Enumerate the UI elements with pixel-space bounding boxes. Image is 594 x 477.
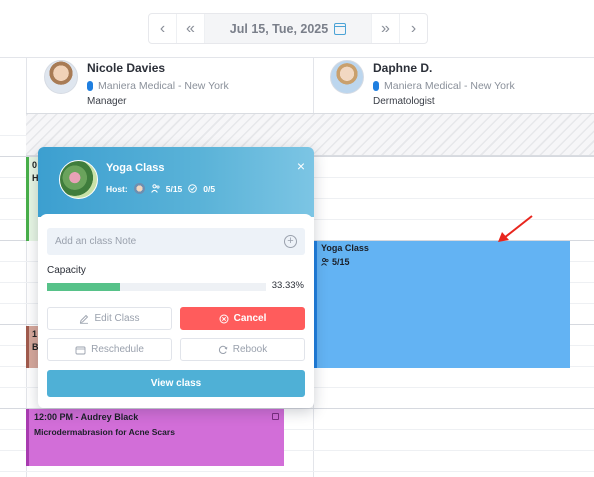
refresh-icon [218, 345, 228, 354]
header-divider [0, 57, 594, 58]
host-avatar [133, 183, 145, 194]
view-class-label: View class [150, 378, 202, 389]
provider-location-text: Maniera Medical - New York [384, 80, 515, 92]
event-menu-icon[interactable] [272, 413, 279, 420]
rebook-label: Rebook [232, 344, 268, 355]
edit-class-button[interactable]: Edit Class [47, 307, 172, 330]
host-label: Host: [106, 183, 128, 194]
event-count: 5/15 [332, 257, 350, 267]
capacity-percent: 33.33% [271, 280, 304, 291]
avatar [330, 60, 364, 94]
add-note-icon[interactable]: + [284, 235, 297, 248]
class-details-popup: Yoga Class Host: 5/15 0/5 × Add an class… [38, 147, 314, 408]
people-icon [321, 258, 329, 266]
provider-name: Nicole Davies [87, 61, 166, 75]
event-title: Yoga Class [321, 243, 369, 253]
calendar-icon [334, 22, 347, 35]
popup-title: Yoga Class [106, 162, 165, 174]
view-class-button[interactable]: View class [47, 370, 305, 397]
provider-header-nicole[interactable]: Nicole Davies Maniera Medical - New York… [44, 60, 229, 107]
next-day-button[interactable]: › [399, 14, 427, 43]
cancel-button[interactable]: Cancel [180, 307, 305, 330]
location-pin-icon [87, 81, 93, 91]
provider-role: Dermatologist [373, 96, 435, 107]
current-date: Jul 15, Tue, 2025 [229, 21, 329, 36]
reschedule-label: Reschedule [91, 344, 144, 355]
people-icon [150, 184, 160, 193]
location-pin-icon [373, 81, 379, 91]
provider-name: Daphne D. [373, 61, 433, 75]
date-picker[interactable]: Jul 15, Tue, 2025 [205, 14, 371, 43]
next-week-button[interactable]: » [371, 14, 399, 43]
calendar-icon [75, 346, 86, 354]
pencil-icon [80, 314, 89, 324]
provider-header-daphne[interactable]: Daphne D. Maniera Medical - New York Der… [330, 60, 515, 107]
edit-class-label: Edit Class [94, 313, 140, 324]
capacity-label: Capacity [47, 265, 86, 276]
rebook-button[interactable]: Rebook [180, 338, 305, 361]
avatar [44, 60, 78, 94]
calendar-view: ‹ « Jul 15, Tue, 2025 » › Nicole Davies … [0, 0, 594, 477]
prev-week-button[interactable]: « [177, 14, 205, 43]
provider-location: Maniera Medical - New York [373, 80, 515, 92]
popup-body: Add an class Note + Capacity 33.33% Edit… [39, 214, 313, 408]
date-navigator: ‹ « Jul 15, Tue, 2025 » › [148, 13, 428, 44]
capacity-bar [47, 283, 266, 291]
provider-role: Manager [87, 96, 127, 107]
event-subtitle: Microdermabrasion for Acne Scars [34, 427, 175, 437]
audrey-black-event[interactable]: 12:00 PM - Audrey Black Microdermabrasio… [26, 409, 284, 466]
capacity-bar-fill [47, 283, 120, 291]
chevron-left-icon: ‹ [159, 19, 166, 37]
reschedule-button[interactable]: Reschedule [47, 338, 172, 361]
chevron-right-icon: › [410, 19, 417, 37]
checked-in-count: 0/5 [203, 183, 216, 194]
cancel-label: Cancel [233, 313, 267, 324]
event-attendees: 5/15 [321, 257, 566, 267]
double-chevron-right-icon: » [381, 19, 390, 37]
attendee-count: 5/15 [165, 183, 183, 194]
yoga-class-event[interactable]: Yoga Class 5/15 [314, 241, 570, 368]
double-chevron-left-icon: « [186, 19, 195, 37]
provider-location-text: Maniera Medical - New York [98, 80, 229, 92]
class-image [59, 160, 98, 199]
red-arrow-icon [498, 215, 533, 242]
popup-header: Yoga Class Host: 5/15 0/5 × [38, 147, 314, 217]
event-title: 12:00 PM - Audrey Black [34, 412, 139, 422]
cancel-circle-icon [219, 314, 229, 323]
popup-meta: Host: 5/15 0/5 [106, 183, 215, 194]
provider-location: Maniera Medical - New York [87, 80, 229, 92]
close-icon[interactable]: × [297, 158, 305, 174]
check-circle-icon [188, 184, 198, 193]
class-note-input[interactable]: Add an class Note [47, 228, 305, 255]
grid-line [0, 471, 594, 472]
prev-day-button[interactable]: ‹ [149, 14, 177, 43]
